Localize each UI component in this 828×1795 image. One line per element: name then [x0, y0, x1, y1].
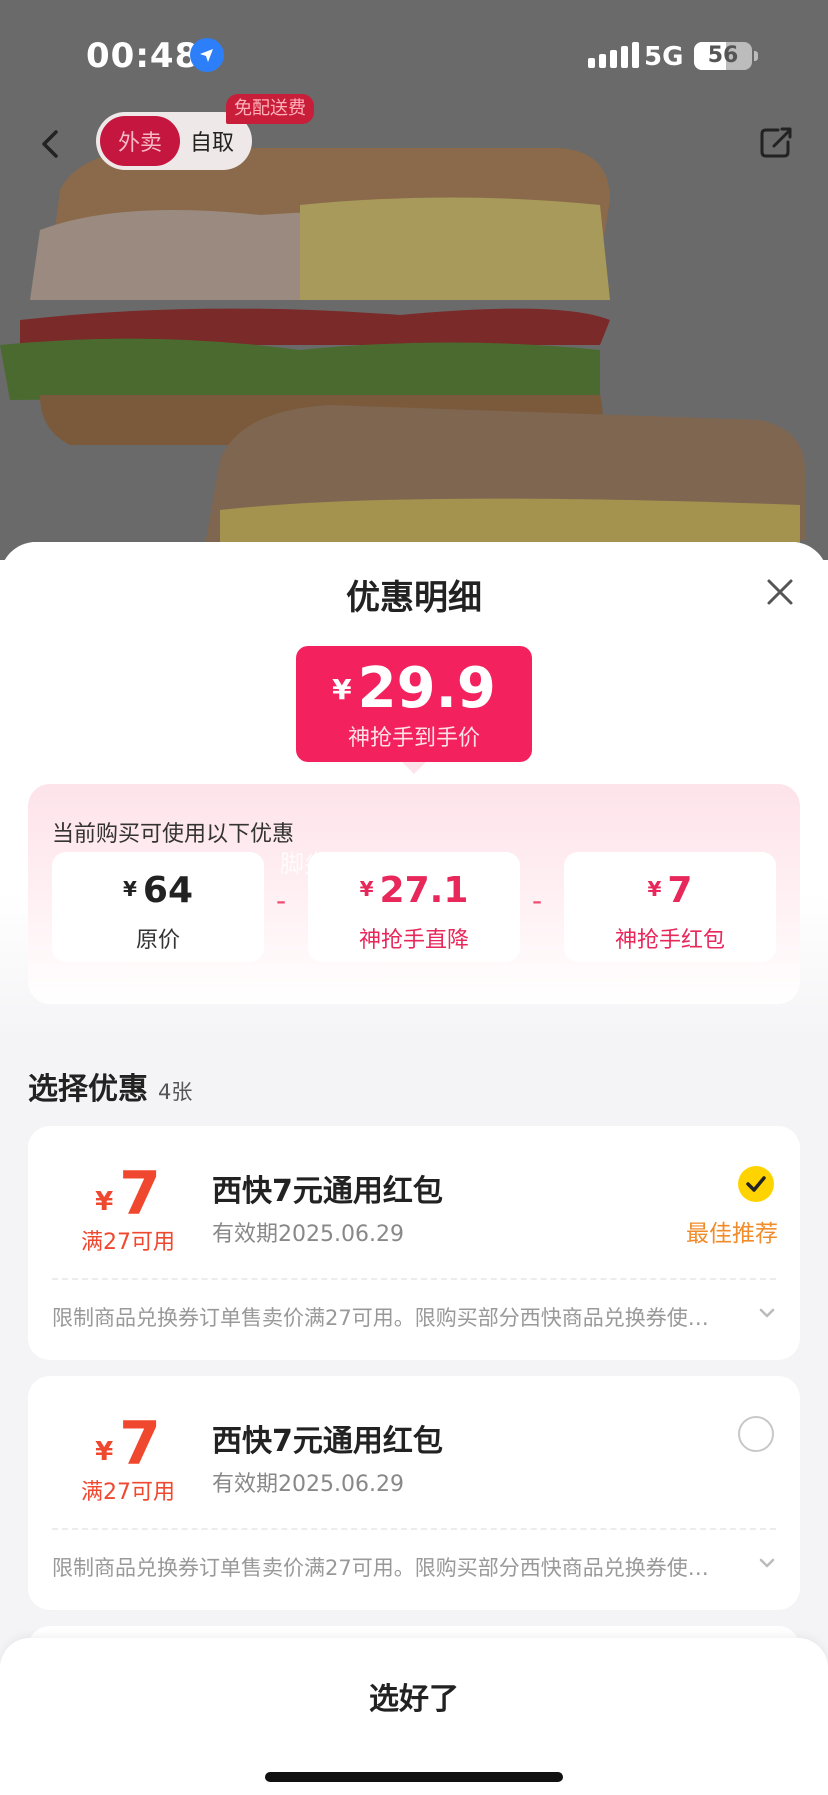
confirm-button[interactable]: 选好了: [0, 1674, 828, 1718]
free-delivery-badge: 免配送费: [226, 94, 314, 124]
original-price-value: ¥64: [52, 870, 264, 911]
coupon-expiry: 有效期2025.06.29: [212, 1222, 404, 1247]
amount: 64: [142, 870, 194, 911]
close-button[interactable]: [762, 574, 798, 610]
red-packet-value: ¥7: [564, 870, 776, 911]
tab-delivery[interactable]: 外卖: [100, 116, 180, 166]
red-packet-label: 神抢手红包: [614, 928, 725, 953]
location-arrow-icon: [190, 38, 224, 72]
close-icon: [767, 579, 793, 605]
battery-icon: 56: [694, 42, 752, 70]
home-indicator[interactable]: [265, 1772, 563, 1782]
coupon-name: 西快7元通用红包: [212, 1174, 443, 1209]
final-price: ¥29.9: [296, 656, 532, 721]
expand-description-button[interactable]: [756, 1552, 778, 1574]
price-box-pointer: [402, 762, 426, 774]
currency-symbol: ¥: [95, 1437, 114, 1467]
original-price-cell: ¥64 原价: [52, 852, 264, 962]
final-price-currency: ¥: [332, 673, 352, 706]
coupon-card[interactable]: ¥7 满27可用 西快7元通用红包 有效期2025.06.29 限制商品兑换券订…: [28, 1376, 800, 1610]
currency-symbol: ¥: [122, 877, 137, 901]
coupon-checkbox-unchecked[interactable]: [738, 1416, 774, 1452]
coupon-amount: ¥7: [28, 1164, 228, 1232]
chevron-left-icon: [42, 130, 58, 158]
bottom-action-bar: 选好了: [0, 1638, 828, 1795]
best-recommend-tag: 最佳推荐: [686, 1221, 778, 1247]
coupon-count: 4张: [158, 1080, 193, 1104]
final-price-value: 29.9: [357, 656, 496, 721]
currency-symbol: ¥: [647, 877, 662, 901]
coupon-name: 西快7元通用红包: [212, 1424, 443, 1459]
coupon-description: 限制商品兑换券订单售卖价满27可用。限购买部分西快商品兑换券使…: [52, 1556, 709, 1580]
red-packet-cell: ¥7 神抢手红包: [564, 852, 776, 962]
battery-tip: [754, 51, 758, 61]
minus-sign: -: [276, 884, 287, 917]
dashed-divider: [52, 1528, 776, 1530]
expand-description-button[interactable]: [756, 1302, 778, 1324]
checkmark-icon: [746, 1176, 766, 1192]
chevron-down-icon: [759, 1558, 775, 1568]
final-price-label: 神抢手到手价: [347, 726, 480, 751]
status-bar: 00:48 5G 56: [0, 0, 828, 110]
amount: 7: [119, 1409, 161, 1479]
coupon-amount: ¥7: [28, 1414, 228, 1482]
share-icon: [760, 127, 792, 158]
amount: 7: [667, 870, 693, 911]
watermark: 脚尖上的老饕鼓菜: [280, 850, 472, 878]
direct-discount-label: 神抢手直降: [358, 928, 469, 953]
discount-detail-sheet: 优惠明细 ¥29.9 神抢手到手价 当前购买可使用以下优惠 脚尖上的老饕鼓菜 ¥…: [0, 542, 828, 1795]
coupon-condition: 满27可用: [81, 1230, 175, 1255]
sheet-title: 优惠明细: [346, 578, 482, 618]
back-button[interactable]: [34, 124, 64, 164]
currency-symbol: ¥: [359, 877, 374, 901]
coupon-card[interactable]: ¥7 满27可用 西快7元通用红包 有效期2025.06.29 最佳推荐 限制商…: [28, 1126, 800, 1360]
currency-symbol: ¥: [95, 1187, 114, 1217]
available-discounts-label: 当前购买可使用以下优惠: [52, 822, 295, 847]
minus-sign: -: [532, 884, 543, 917]
original-price-label: 原价: [135, 928, 180, 953]
battery-level: 56: [707, 43, 739, 68]
chevron-down-icon: [759, 1308, 775, 1318]
network-type: 5G: [644, 42, 684, 72]
dashed-divider: [52, 1278, 776, 1280]
share-button[interactable]: [756, 122, 796, 162]
select-discount-title: 选择优惠: [28, 1072, 148, 1107]
coupon-expiry: 有效期2025.06.29: [212, 1472, 404, 1497]
coupon-checkbox-checked[interactable]: [738, 1166, 774, 1202]
status-time: 00:48: [86, 36, 200, 76]
coupon-condition: 满27可用: [81, 1480, 175, 1505]
amount: 7: [119, 1159, 161, 1229]
signal-icon: [588, 42, 639, 68]
available-discounts-panel: 当前购买可使用以下优惠 脚尖上的老饕鼓菜 ¥64 原价 - ¥27.1 神抢手直…: [28, 784, 800, 1004]
final-price-box: ¥29.9 神抢手到手价: [296, 646, 532, 762]
coupon-description: 限制商品兑换券订单售卖价满27可用。限购买部分西快商品兑换券使…: [52, 1306, 709, 1330]
